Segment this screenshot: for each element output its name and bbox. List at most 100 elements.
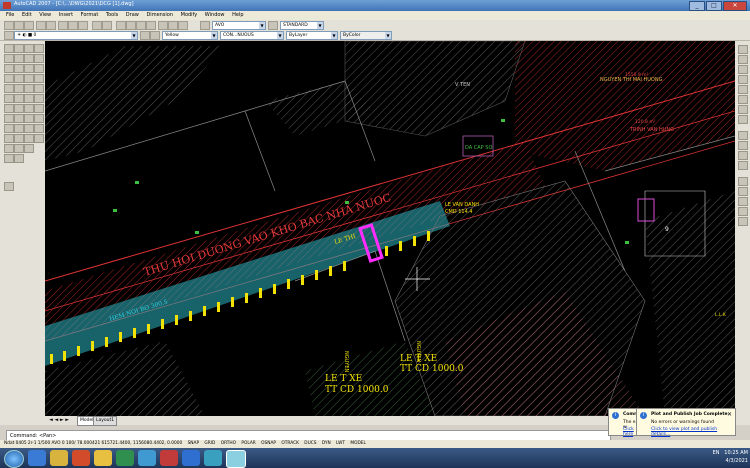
- toggle-ortho[interactable]: ORTHO: [221, 441, 236, 446]
- menu-tools[interactable]: Tools: [106, 11, 118, 20]
- open-icon[interactable]: [14, 21, 24, 30]
- layer-combo[interactable]: ☀ ◐ ■ 0 ▼: [14, 31, 138, 40]
- toggle-ducs[interactable]: DUCS: [304, 441, 316, 446]
- minimize-button[interactable]: _: [689, 1, 705, 11]
- zoom-window-icon[interactable]: [136, 21, 146, 30]
- ucs-world-icon[interactable]: [738, 141, 748, 150]
- polygon-icon[interactable]: [4, 74, 14, 83]
- menu-edit[interactable]: Edit: [22, 11, 32, 20]
- break-icon[interactable]: [34, 74, 44, 83]
- ultraviewer-icon[interactable]: [182, 450, 200, 466]
- plot-job-details-link[interactable]: Click to view plot and publish details..…: [651, 427, 735, 437]
- scale-icon[interactable]: [24, 64, 34, 73]
- new-icon[interactable]: [4, 21, 14, 30]
- zoom-extents-icon[interactable]: [738, 55, 748, 64]
- plot-icon[interactable]: [36, 21, 46, 30]
- chevron-down-icon[interactable]: ▼: [277, 32, 283, 39]
- app-icon[interactable]: [116, 450, 134, 466]
- hatch-icon[interactable]: [14, 124, 24, 133]
- toggle-otrack[interactable]: OTRACK: [281, 441, 299, 446]
- snap-perpendicular-icon[interactable]: [738, 217, 748, 226]
- ucs-3point-icon[interactable]: [738, 161, 748, 170]
- redo-icon[interactable]: [102, 21, 112, 30]
- chevron-down-icon[interactable]: ▼: [259, 22, 265, 29]
- erase-icon[interactable]: [14, 44, 24, 53]
- copy-icon[interactable]: [68, 21, 78, 30]
- polyline-icon[interactable]: [4, 64, 14, 73]
- media-player-icon[interactable]: [72, 450, 90, 466]
- autocad-app-icon[interactable]: [3, 2, 11, 9]
- distance-icon[interactable]: [24, 94, 34, 103]
- linetype-combo[interactable]: CON...NUOUS ▼: [220, 31, 284, 40]
- line-icon[interactable]: [4, 44, 14, 53]
- plot-style-combo[interactable]: ByColor ▼: [340, 31, 392, 40]
- paste-icon[interactable]: [78, 21, 88, 30]
- multiline-text-icon[interactable]: [4, 182, 14, 191]
- match-properties-icon[interactable]: [34, 134, 44, 143]
- clock-time[interactable]: 10:25 AM: [724, 450, 748, 456]
- move-icon[interactable]: [34, 54, 44, 63]
- area-icon[interactable]: [34, 94, 44, 103]
- preview-icon[interactable]: [46, 21, 56, 30]
- pdf-icon[interactable]: [160, 450, 178, 466]
- stretch-icon[interactable]: [34, 64, 44, 73]
- chrome-icon[interactable]: [94, 450, 112, 466]
- ellipse-arc-icon[interactable]: [14, 134, 24, 143]
- leader-icon[interactable]: [24, 144, 34, 153]
- toggle-dyn[interactable]: DYN: [322, 441, 331, 446]
- construction-line-icon[interactable]: [4, 54, 14, 63]
- point-icon[interactable]: [34, 114, 44, 123]
- chevron-down-icon[interactable]: ▼: [331, 32, 337, 39]
- spline-icon[interactable]: [4, 124, 14, 133]
- zalo-app-icon[interactable]: [204, 450, 222, 466]
- chevron-down-icon[interactable]: ▼: [317, 22, 323, 29]
- menu-file[interactable]: File: [6, 11, 14, 20]
- close-button[interactable]: ✕: [723, 1, 747, 11]
- toggle-polar[interactable]: POLAR: [241, 441, 255, 446]
- menu-format[interactable]: Format: [81, 11, 99, 20]
- zoom-realtime-icon[interactable]: [126, 21, 136, 30]
- insert-block-icon[interactable]: [24, 114, 34, 123]
- copy-object-icon[interactable]: [24, 44, 34, 53]
- toggle-grid[interactable]: GRID: [204, 441, 215, 446]
- orbit-icon[interactable]: [738, 45, 748, 54]
- rectangle-icon[interactable]: [4, 84, 14, 93]
- block-icon[interactable]: [14, 114, 24, 123]
- menu-window[interactable]: Window: [205, 11, 225, 20]
- view-iso-icon[interactable]: [738, 115, 748, 124]
- layer-manager-icon[interactable]: [4, 31, 14, 40]
- close-icon[interactable]: ✕: [727, 411, 732, 418]
- join-icon[interactable]: [14, 84, 24, 93]
- chevron-down-icon[interactable]: ▼: [385, 32, 391, 39]
- circle-icon[interactable]: [4, 104, 14, 113]
- toggle-snap[interactable]: SNAP: [188, 441, 199, 446]
- text-style-combo[interactable]: AVO ▼: [212, 21, 266, 30]
- zalo-icon[interactable]: [138, 450, 156, 466]
- chamfer-icon[interactable]: [24, 84, 34, 93]
- menu-modify[interactable]: Modify: [181, 11, 198, 20]
- menu-insert[interactable]: Insert: [59, 11, 73, 20]
- chevron-down-icon[interactable]: ▼: [211, 32, 217, 39]
- chevron-down-icon[interactable]: ▼: [131, 32, 137, 39]
- dim-style-combo[interactable]: STANDARD ▼: [280, 21, 324, 30]
- view-front-icon[interactable]: [738, 105, 748, 114]
- zoom-out-icon[interactable]: [738, 75, 748, 84]
- gradient-icon[interactable]: [24, 124, 34, 133]
- zoom-previous-icon[interactable]: [146, 21, 156, 30]
- ucs-icon[interactable]: [738, 131, 748, 140]
- rotate-icon[interactable]: [14, 64, 24, 73]
- cut-icon[interactable]: [58, 21, 68, 30]
- start-button[interactable]: [4, 450, 24, 468]
- explorer-icon[interactable]: [50, 450, 68, 466]
- toggle-osnap[interactable]: OSNAP: [261, 441, 276, 446]
- make-current-layer-icon[interactable]: [140, 31, 150, 40]
- text-icon[interactable]: [14, 154, 24, 163]
- zoom-all-icon[interactable]: [738, 85, 748, 94]
- tab-nav-arrows[interactable]: ◄ ◄ ► ►: [49, 417, 69, 423]
- make-block-icon[interactable]: [24, 134, 34, 143]
- array-icon[interactable]: [24, 54, 34, 63]
- snap-center-icon[interactable]: [738, 207, 748, 216]
- mirror-icon[interactable]: [34, 44, 44, 53]
- color-combo[interactable]: Yellow ▼: [162, 31, 218, 40]
- revcloud-icon[interactable]: [4, 114, 14, 123]
